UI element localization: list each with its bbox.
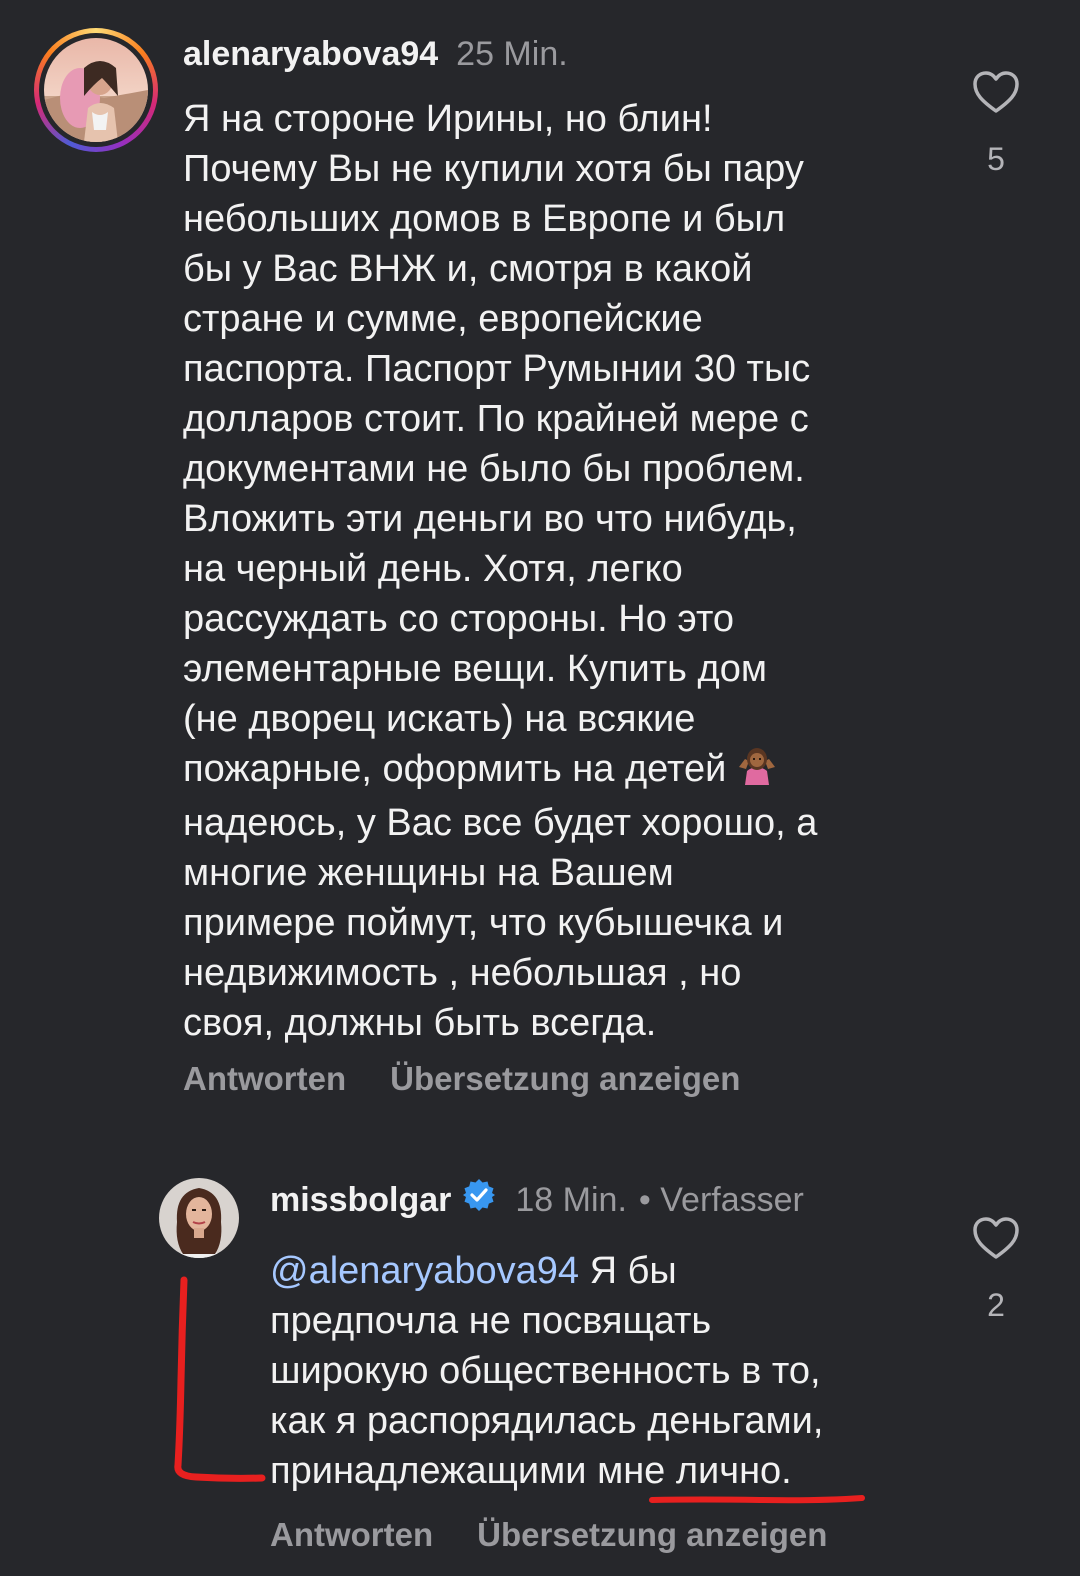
like-count: 2 bbox=[987, 1287, 1005, 1323]
comment-text: @alenaryabova94 Я бы предпочла не посвящ… bbox=[270, 1246, 823, 1496]
comment-line: @alenaryabova94 Я бы bbox=[270, 1246, 823, 1296]
heart-outline-icon[interactable] bbox=[972, 1216, 1020, 1260]
author-badge: • Verfasser bbox=[638, 1181, 804, 1219]
like-control: 2 bbox=[972, 1216, 1020, 1324]
timestamp: 18 Min. bbox=[515, 1181, 627, 1219]
verified-badge-icon bbox=[461, 1177, 497, 1222]
comment-actions: Antworten Übersetzung anzeigen bbox=[270, 1516, 871, 1554]
show-translation-button[interactable]: Übersetzung anzeigen bbox=[477, 1516, 827, 1553]
comment-line-text: Я бы bbox=[579, 1250, 677, 1292]
comments-page: alenaryabova94 25 Min. Я на стороне Ирины… bbox=[0, 0, 1080, 1576]
comment-missbolgar: missbolgar 18 Min. • Verfasser @alenaryab… bbox=[0, 0, 1080, 1576]
comment-meta: missbolgar 18 Min. • Verfasser bbox=[270, 1177, 804, 1222]
reply-button[interactable]: Antworten bbox=[270, 1516, 433, 1553]
comment-line: как я распорядилась деньгами, bbox=[270, 1400, 824, 1442]
avatar[interactable] bbox=[159, 1178, 239, 1258]
mention-link[interactable]: @alenaryabova94 bbox=[270, 1250, 579, 1292]
comment-line: принадлежащими мне лично. bbox=[270, 1450, 792, 1492]
comment-line: предпочла не посвящать bbox=[270, 1300, 712, 1342]
comment-line: широкую общественность в то, bbox=[270, 1350, 821, 1392]
username[interactable]: missbolgar bbox=[270, 1181, 451, 1219]
